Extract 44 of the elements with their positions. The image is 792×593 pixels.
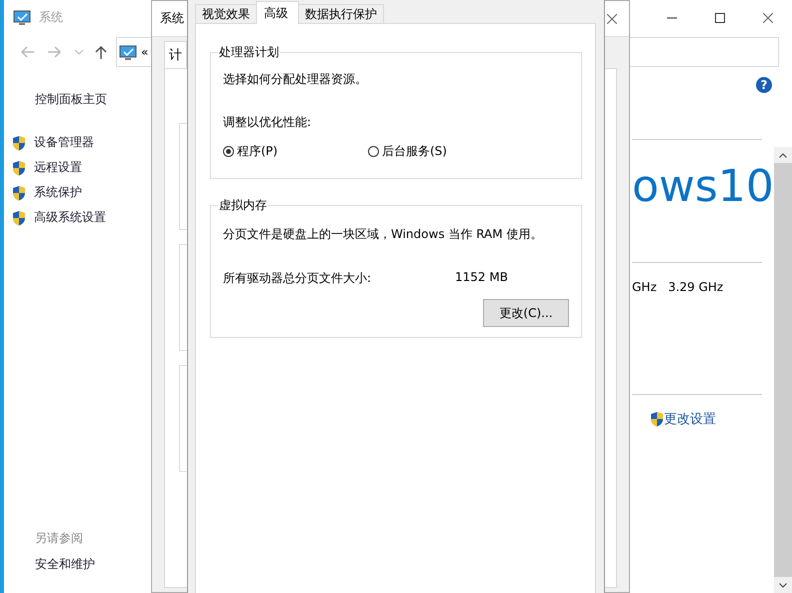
monitor-icon xyxy=(119,44,137,60)
value-text: 1152 MB xyxy=(455,270,508,286)
monitor-icon xyxy=(13,9,31,26)
maximize-icon xyxy=(715,12,725,22)
radio-label[interactable]: 程序(P) xyxy=(237,143,278,160)
shield-icon xyxy=(12,184,26,200)
sidebar-link[interactable]: 控制面板主页 xyxy=(35,91,151,108)
description-text: 分页文件是硬盘上的一块区域，Windows 当作 RAM 使用。 xyxy=(223,226,544,243)
radio-label[interactable]: 后台服务(S) xyxy=(382,143,447,160)
tab[interactable]: 数据执行保护 xyxy=(298,4,384,23)
shield-icon xyxy=(650,411,664,427)
sidebar-link[interactable]: 安全和维护 xyxy=(35,556,151,573)
label: 所有驱动器总分页文件大小: xyxy=(223,270,372,287)
tab[interactable]: 视觉效果 xyxy=(195,4,257,23)
sidebar-link[interactable]: 高级系统设置 xyxy=(34,209,106,226)
breadcrumb-chevron[interactable]: « xyxy=(141,45,148,59)
radio-button[interactable] xyxy=(223,146,234,157)
radio-button[interactable] xyxy=(368,146,379,157)
group-title: 处理器计划 xyxy=(218,44,280,61)
sidebar-link[interactable]: 系统保护 xyxy=(34,184,82,201)
close-icon xyxy=(763,12,773,22)
scrollbar[interactable] xyxy=(774,147,792,593)
shield-icon xyxy=(12,210,26,226)
sidebar-link[interactable]: 设备管理器 xyxy=(34,134,94,151)
tab[interactable]: 高级 xyxy=(256,1,299,24)
shield-icon xyxy=(12,134,26,150)
help-button[interactable]: ? xyxy=(756,77,772,93)
shield-icon xyxy=(12,160,26,176)
window-title: 系统 xyxy=(39,9,63,26)
group-title: 虚拟内存 xyxy=(218,197,268,214)
window-title: 系统 xyxy=(160,10,184,27)
caret-up-icon[interactable] xyxy=(779,152,787,158)
sidebar-link[interactable]: 远程设置 xyxy=(34,159,82,176)
tab[interactable]: 计 xyxy=(164,41,187,68)
close-icon xyxy=(607,14,617,24)
logo-text: ows10 xyxy=(632,162,774,214)
section-heading: 另请参阅 xyxy=(35,530,84,547)
up-arrow-icon[interactable] xyxy=(94,45,108,59)
processor-speed: GHz 3.29 GHz xyxy=(632,280,724,294)
description-text: 选择如何分配处理器资源。 xyxy=(223,71,368,88)
label: 调整以优化性能: xyxy=(223,114,312,131)
caret-down-icon[interactable] xyxy=(779,582,787,588)
change-button[interactable]: 更改(C)... xyxy=(483,299,569,327)
change-settings-link[interactable]: 更改设置 xyxy=(664,410,716,428)
